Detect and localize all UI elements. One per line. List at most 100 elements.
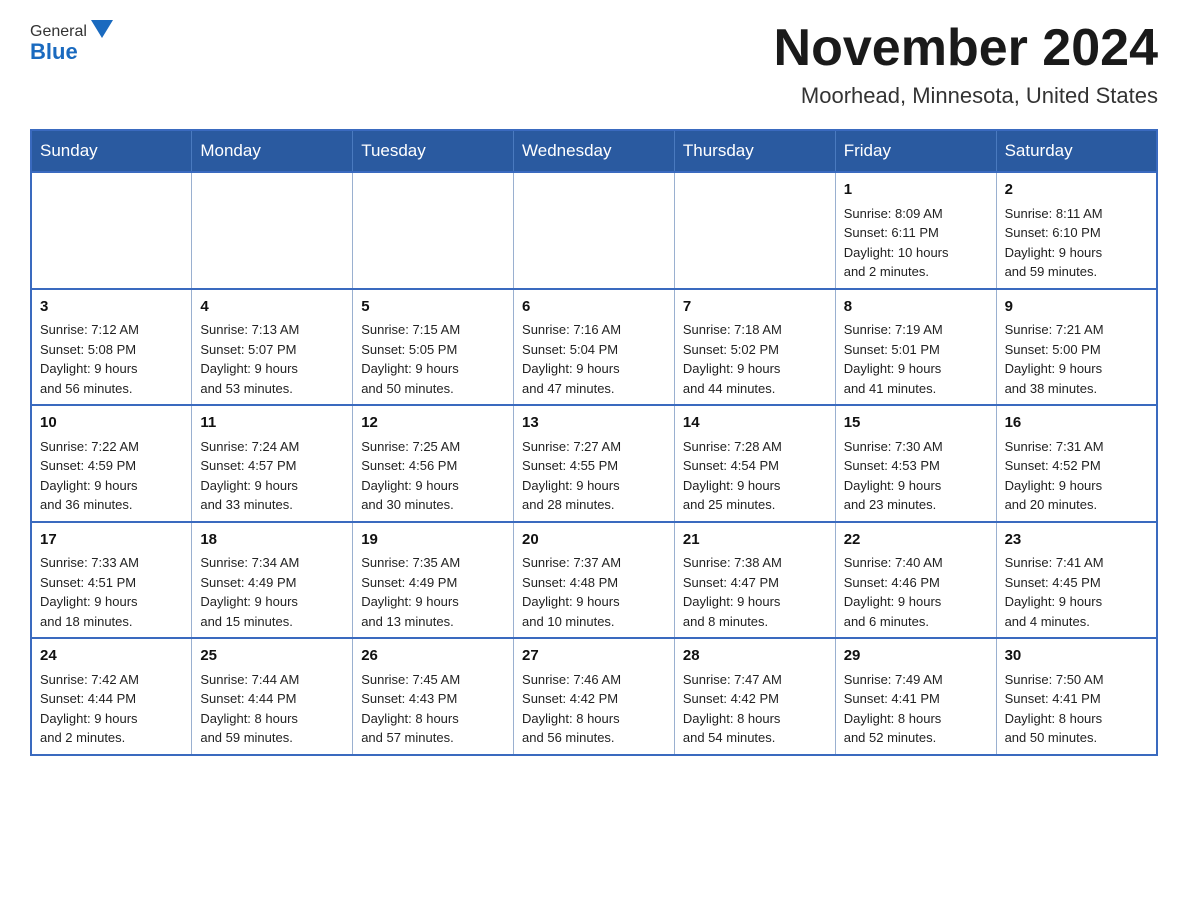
day-number: 16 [1005,412,1148,435]
day-info: Sunrise: 7:35 AMSunset: 4:49 PMDaylight:… [361,553,505,631]
day-info: Sunrise: 7:38 AMSunset: 4:47 PMDaylight:… [683,553,827,631]
logo-blue-text: Blue [30,39,78,65]
calendar-cell [192,172,353,289]
logo: General Blue [30,20,113,65]
calendar-cell: 20Sunrise: 7:37 AMSunset: 4:48 PMDayligh… [514,522,675,639]
day-number: 28 [683,645,827,668]
day-number: 8 [844,296,988,319]
day-info: Sunrise: 7:34 AMSunset: 4:49 PMDaylight:… [200,553,344,631]
day-number: 11 [200,412,344,435]
day-info: Sunrise: 7:18 AMSunset: 5:02 PMDaylight:… [683,320,827,398]
calendar-cell: 8Sunrise: 7:19 AMSunset: 5:01 PMDaylight… [835,289,996,406]
day-number: 19 [361,529,505,552]
calendar-cell [514,172,675,289]
calendar-cell: 10Sunrise: 7:22 AMSunset: 4:59 PMDayligh… [31,405,192,522]
day-info: Sunrise: 7:49 AMSunset: 4:41 PMDaylight:… [844,670,988,748]
location-title: Moorhead, Minnesota, United States [774,83,1158,109]
day-info: Sunrise: 7:31 AMSunset: 4:52 PMDaylight:… [1005,437,1148,515]
calendar-cell: 27Sunrise: 7:46 AMSunset: 4:42 PMDayligh… [514,638,675,755]
calendar-cell: 21Sunrise: 7:38 AMSunset: 4:47 PMDayligh… [674,522,835,639]
day-info: Sunrise: 7:12 AMSunset: 5:08 PMDaylight:… [40,320,183,398]
calendar-cell: 13Sunrise: 7:27 AMSunset: 4:55 PMDayligh… [514,405,675,522]
header: General Blue November 2024 Moorhead, Min… [30,20,1158,109]
day-info: Sunrise: 7:24 AMSunset: 4:57 PMDaylight:… [200,437,344,515]
day-info: Sunrise: 7:41 AMSunset: 4:45 PMDaylight:… [1005,553,1148,631]
calendar-table: SundayMondayTuesdayWednesdayThursdayFrid… [30,129,1158,756]
day-number: 2 [1005,179,1148,202]
day-number: 7 [683,296,827,319]
day-number: 24 [40,645,183,668]
day-info: Sunrise: 7:13 AMSunset: 5:07 PMDaylight:… [200,320,344,398]
day-number: 10 [40,412,183,435]
day-info: Sunrise: 7:27 AMSunset: 4:55 PMDaylight:… [522,437,666,515]
day-number: 20 [522,529,666,552]
day-info: Sunrise: 8:09 AMSunset: 6:11 PMDaylight:… [844,204,988,282]
calendar-cell: 23Sunrise: 7:41 AMSunset: 4:45 PMDayligh… [996,522,1157,639]
day-number: 27 [522,645,666,668]
day-info: Sunrise: 7:47 AMSunset: 4:42 PMDaylight:… [683,670,827,748]
day-number: 5 [361,296,505,319]
calendar-cell: 15Sunrise: 7:30 AMSunset: 4:53 PMDayligh… [835,405,996,522]
day-number: 1 [844,179,988,202]
day-info: Sunrise: 7:40 AMSunset: 4:46 PMDaylight:… [844,553,988,631]
day-info: Sunrise: 7:30 AMSunset: 4:53 PMDaylight:… [844,437,988,515]
calendar-cell [674,172,835,289]
calendar-cell: 12Sunrise: 7:25 AMSunset: 4:56 PMDayligh… [353,405,514,522]
day-info: Sunrise: 8:11 AMSunset: 6:10 PMDaylight:… [1005,204,1148,282]
calendar-cell: 18Sunrise: 7:34 AMSunset: 4:49 PMDayligh… [192,522,353,639]
day-number: 18 [200,529,344,552]
day-number: 30 [1005,645,1148,668]
calendar-cell: 22Sunrise: 7:40 AMSunset: 4:46 PMDayligh… [835,522,996,639]
calendar-cell: 16Sunrise: 7:31 AMSunset: 4:52 PMDayligh… [996,405,1157,522]
calendar-cell: 24Sunrise: 7:42 AMSunset: 4:44 PMDayligh… [31,638,192,755]
calendar-cell: 26Sunrise: 7:45 AMSunset: 4:43 PMDayligh… [353,638,514,755]
day-number: 3 [40,296,183,319]
calendar-cell: 25Sunrise: 7:44 AMSunset: 4:44 PMDayligh… [192,638,353,755]
calendar-header-row: SundayMondayTuesdayWednesdayThursdayFrid… [31,130,1157,172]
calendar-cell: 4Sunrise: 7:13 AMSunset: 5:07 PMDaylight… [192,289,353,406]
calendar-cell: 3Sunrise: 7:12 AMSunset: 5:08 PMDaylight… [31,289,192,406]
day-info: Sunrise: 7:22 AMSunset: 4:59 PMDaylight:… [40,437,183,515]
calendar-cell: 6Sunrise: 7:16 AMSunset: 5:04 PMDaylight… [514,289,675,406]
day-info: Sunrise: 7:44 AMSunset: 4:44 PMDaylight:… [200,670,344,748]
day-info: Sunrise: 7:21 AMSunset: 5:00 PMDaylight:… [1005,320,1148,398]
day-number: 25 [200,645,344,668]
calendar-week-3: 10Sunrise: 7:22 AMSunset: 4:59 PMDayligh… [31,405,1157,522]
calendar-week-1: 1Sunrise: 8:09 AMSunset: 6:11 PMDaylight… [31,172,1157,289]
calendar-cell: 19Sunrise: 7:35 AMSunset: 4:49 PMDayligh… [353,522,514,639]
calendar-week-2: 3Sunrise: 7:12 AMSunset: 5:08 PMDaylight… [31,289,1157,406]
day-number: 17 [40,529,183,552]
title-area: November 2024 Moorhead, Minnesota, Unite… [774,20,1158,109]
calendar-header-monday: Monday [192,130,353,172]
day-info: Sunrise: 7:28 AMSunset: 4:54 PMDaylight:… [683,437,827,515]
day-info: Sunrise: 7:46 AMSunset: 4:42 PMDaylight:… [522,670,666,748]
day-info: Sunrise: 7:50 AMSunset: 4:41 PMDaylight:… [1005,670,1148,748]
calendar-cell: 1Sunrise: 8:09 AMSunset: 6:11 PMDaylight… [835,172,996,289]
day-info: Sunrise: 7:16 AMSunset: 5:04 PMDaylight:… [522,320,666,398]
calendar-cell: 2Sunrise: 8:11 AMSunset: 6:10 PMDaylight… [996,172,1157,289]
calendar-header-friday: Friday [835,130,996,172]
calendar-cell: 9Sunrise: 7:21 AMSunset: 5:00 PMDaylight… [996,289,1157,406]
calendar-cell: 17Sunrise: 7:33 AMSunset: 4:51 PMDayligh… [31,522,192,639]
day-info: Sunrise: 7:25 AMSunset: 4:56 PMDaylight:… [361,437,505,515]
calendar-week-4: 17Sunrise: 7:33 AMSunset: 4:51 PMDayligh… [31,522,1157,639]
day-info: Sunrise: 7:19 AMSunset: 5:01 PMDaylight:… [844,320,988,398]
day-info: Sunrise: 7:37 AMSunset: 4:48 PMDaylight:… [522,553,666,631]
day-info: Sunrise: 7:33 AMSunset: 4:51 PMDaylight:… [40,553,183,631]
day-number: 15 [844,412,988,435]
day-number: 22 [844,529,988,552]
day-number: 23 [1005,529,1148,552]
calendar-week-5: 24Sunrise: 7:42 AMSunset: 4:44 PMDayligh… [31,638,1157,755]
calendar-header-wednesday: Wednesday [514,130,675,172]
calendar-header-sunday: Sunday [31,130,192,172]
day-info: Sunrise: 7:42 AMSunset: 4:44 PMDaylight:… [40,670,183,748]
day-number: 12 [361,412,505,435]
day-number: 13 [522,412,666,435]
day-info: Sunrise: 7:15 AMSunset: 5:05 PMDaylight:… [361,320,505,398]
day-number: 26 [361,645,505,668]
calendar-header-thursday: Thursday [674,130,835,172]
calendar-cell [353,172,514,289]
day-number: 6 [522,296,666,319]
day-info: Sunrise: 7:45 AMSunset: 4:43 PMDaylight:… [361,670,505,748]
day-number: 9 [1005,296,1148,319]
